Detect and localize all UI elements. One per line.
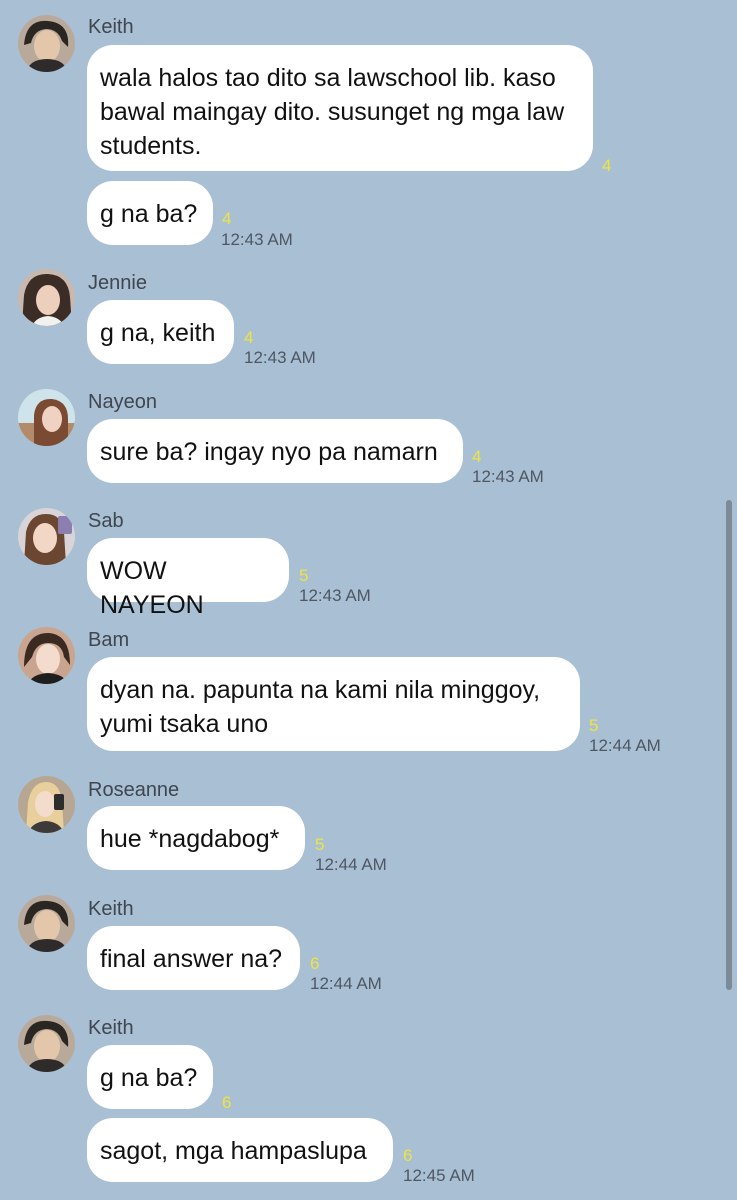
sender-avatar[interactable]: [18, 1015, 75, 1072]
keith-avatar-icon: [18, 15, 75, 72]
nayeon-avatar-icon: [18, 389, 75, 446]
message-bubble[interactable]: sure ba? ingay nyo pa namarn: [87, 419, 463, 483]
sender-name: Keith: [88, 898, 134, 920]
timestamp: 12:43 AM: [244, 348, 316, 367]
read-count: 6: [222, 1093, 232, 1112]
read-count: 5: [299, 566, 309, 585]
timestamp: 12:43 AM: [221, 230, 293, 249]
sab-avatar-icon: [18, 508, 75, 565]
read-count: 5: [589, 716, 599, 735]
roseanne-avatar-icon: [18, 776, 75, 833]
sender-name: Nayeon: [88, 391, 157, 413]
timestamp: 12:44 AM: [315, 855, 387, 874]
read-count: 4: [602, 156, 612, 175]
jennie-avatar-icon: [18, 269, 75, 326]
read-count: 4: [244, 328, 254, 347]
scrollbar[interactable]: [726, 500, 732, 990]
bam-avatar-icon: [18, 627, 75, 684]
message-bubble[interactable]: dyan na. papunta na kami nila minggoy, y…: [87, 657, 580, 751]
message-bubble[interactable]: wala halos tao dito sa lawschool lib. ka…: [87, 45, 593, 171]
sender-avatar[interactable]: [18, 627, 75, 684]
sender-avatar[interactable]: [18, 15, 75, 72]
sender-avatar[interactable]: [18, 508, 75, 565]
timestamp: 12:44 AM: [310, 974, 382, 993]
message-bubble[interactable]: WOW NAYEON: [87, 538, 289, 619]
message-bubble[interactable]: g na ba?: [87, 181, 213, 245]
sender-name: Bam: [88, 629, 130, 651]
read-count: 4: [222, 209, 232, 228]
message-bubble[interactable]: hue *nagdabog*: [87, 806, 305, 870]
sender-name: Roseanne: [88, 779, 180, 801]
sender-name: Sab: [88, 510, 124, 532]
sender-avatar[interactable]: [18, 776, 75, 833]
keith-avatar-icon: [18, 1015, 75, 1072]
message-bubble[interactable]: sagot, mga hampaslupa: [87, 1118, 393, 1182]
message-bubble[interactable]: g na ba?: [87, 1045, 213, 1109]
sender-avatar[interactable]: [18, 389, 75, 446]
timestamp: 12:45 AM: [403, 1166, 475, 1185]
sender-name: Keith: [88, 16, 134, 38]
sender-name: Jennie: [88, 272, 147, 294]
sender-avatar[interactable]: [18, 895, 75, 952]
read-count: 4: [472, 447, 482, 466]
message-bubble[interactable]: final answer na?: [87, 926, 300, 990]
keith-avatar-icon: [18, 895, 75, 952]
sender-name: Keith: [88, 1017, 134, 1039]
read-count: 5: [315, 835, 325, 854]
read-count: 6: [310, 954, 320, 973]
timestamp: 12:44 AM: [589, 736, 661, 755]
message-bubble[interactable]: g na, keith: [87, 300, 234, 364]
timestamp: 12:43 AM: [299, 586, 371, 605]
timestamp: 12:43 AM: [472, 467, 544, 486]
read-count: 6: [403, 1146, 413, 1165]
sender-avatar[interactable]: [18, 269, 75, 326]
